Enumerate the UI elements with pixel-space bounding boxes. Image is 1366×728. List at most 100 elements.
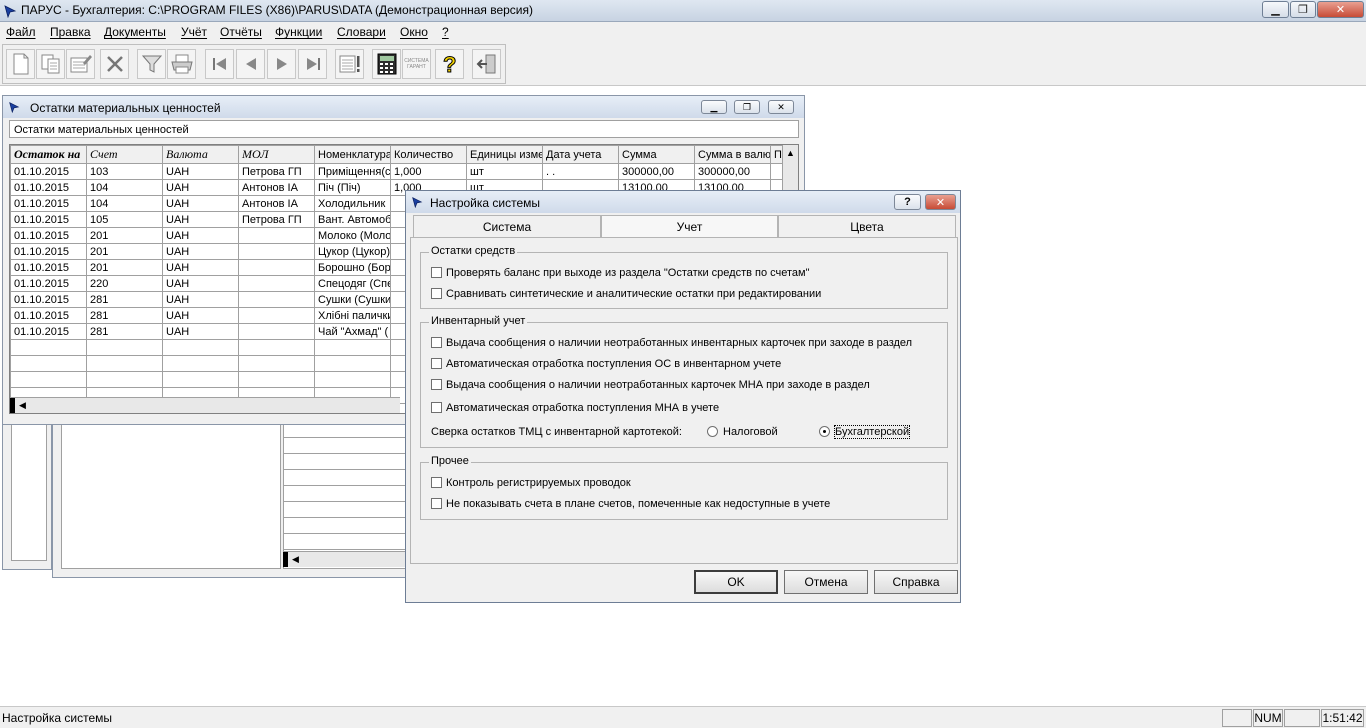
maximize-button[interactable]: ❐ <box>1290 1 1316 18</box>
delete-button[interactable] <box>100 49 129 79</box>
checkbox-icon[interactable] <box>431 288 442 299</box>
checkbox-icon[interactable] <box>431 358 442 369</box>
col-header-units[interactable]: Единицы изме <box>466 145 543 164</box>
menu-functions[interactable]: Функции <box>275 25 322 39</box>
tab-colors[interactable]: Цвета <box>778 215 956 238</box>
stock-restore-button[interactable]: ❐ <box>734 100 760 114</box>
check-auto-mna[interactable]: Автоматическая отработка поступления МНА… <box>431 402 719 414</box>
table-cell[interactable]: 01.10.2015 <box>10 179 87 196</box>
check-inventory-cards-msg[interactable]: Выдача сообщения о наличии неотработанны… <box>431 337 912 349</box>
table-cell[interactable] <box>238 355 315 372</box>
table-cell[interactable] <box>86 339 163 356</box>
table-cell[interactable] <box>238 371 315 388</box>
check-hide-unavailable-accounts[interactable]: Не показывать счета в плане счетов, поме… <box>431 498 830 510</box>
table-cell[interactable]: UAH <box>162 323 239 340</box>
table-cell[interactable] <box>238 259 315 276</box>
close-button[interactable]: ✕ <box>1317 1 1364 18</box>
table-cell[interactable]: 01.10.2015 <box>10 195 87 212</box>
table-cell[interactable]: Петрова ГП <box>238 211 315 228</box>
checkbox-icon[interactable] <box>431 498 442 509</box>
col-header-sum-currency[interactable]: Сумма в валют <box>694 145 771 164</box>
table-cell[interactable]: 1,000 <box>390 163 467 180</box>
exit-button[interactable] <box>472 49 501 79</box>
checkbox-icon[interactable] <box>431 477 442 488</box>
table-cell[interactable]: 01.10.2015 <box>10 307 87 324</box>
check-control-postings[interactable]: Контроль регистрируемых проводок <box>431 477 631 489</box>
first-record-button[interactable] <box>205 49 234 79</box>
table-cell[interactable]: шт <box>466 163 543 180</box>
col-header-nomenclature[interactable]: Номенклатура <box>314 145 391 164</box>
table-cell[interactable]: Чай "Ахмад" ( <box>314 323 391 340</box>
table-cell[interactable]: 103 <box>86 163 163 180</box>
table-cell[interactable]: Холодильник <box>314 195 391 212</box>
prev-record-button[interactable] <box>236 49 265 79</box>
menu-window[interactable]: Окно <box>400 25 428 39</box>
table-cell[interactable] <box>238 339 315 356</box>
table-cell[interactable]: 105 <box>86 211 163 228</box>
table-cell[interactable]: UAH <box>162 259 239 276</box>
table-cell[interactable]: UAH <box>162 307 239 324</box>
col-header-mol[interactable]: МОЛ <box>238 145 315 164</box>
checkbox-icon[interactable] <box>431 402 442 413</box>
col-header-account[interactable]: Счет <box>86 145 163 164</box>
table-cell[interactable] <box>10 339 87 356</box>
table-cell[interactable]: Піч (Піч) <box>314 179 391 196</box>
help-dialog-button[interactable]: Справка <box>874 570 958 594</box>
table-cell[interactable] <box>238 323 315 340</box>
menu-help[interactable]: ? <box>442 25 449 39</box>
col-header-balance-date[interactable]: Остаток на <box>10 145 87 164</box>
radio-selected-icon[interactable] <box>819 426 830 437</box>
copy-button[interactable] <box>36 49 65 79</box>
scroll-up-icon[interactable]: ▲ <box>786 148 795 158</box>
last-record-button[interactable] <box>298 49 327 79</box>
table-cell[interactable]: 281 <box>86 291 163 308</box>
check-mna-cards-msg[interactable]: Выдача сообщения о наличии неотработанны… <box>431 379 870 391</box>
table-cell[interactable]: UAH <box>162 291 239 308</box>
table-cell[interactable] <box>86 355 163 372</box>
table-cell[interactable] <box>770 163 783 180</box>
menu-reports[interactable]: Отчёты <box>220 25 262 39</box>
cancel-button[interactable]: Отмена <box>784 570 868 594</box>
table-cell[interactable] <box>314 371 391 388</box>
dialog-close-button[interactable]: ✕ <box>925 194 956 210</box>
table-cell[interactable]: Молоко (Моло <box>314 227 391 244</box>
calculator-button[interactable] <box>372 49 401 79</box>
table-cell[interactable]: 201 <box>86 243 163 260</box>
table-cell[interactable]: UAH <box>162 163 239 180</box>
table-cell[interactable]: UAH <box>162 195 239 212</box>
stock-hscrollbar[interactable]: ◀ <box>10 397 400 413</box>
radio-icon[interactable] <box>707 426 718 437</box>
check-compare-balances[interactable]: Сравнивать синтетические и аналитические… <box>431 288 821 300</box>
table-cell[interactable]: Хлібні палички <box>314 307 391 324</box>
filter-button[interactable] <box>137 49 166 79</box>
table-cell[interactable] <box>10 371 87 388</box>
table-cell[interactable]: 01.10.2015 <box>10 227 87 244</box>
table-cell[interactable]: Сушки (Сушки <box>314 291 391 308</box>
table-cell[interactable]: Вант. Автомоб <box>314 211 391 228</box>
table-cell[interactable]: Петрова ГП <box>238 163 315 180</box>
background-window-hscrollbar[interactable]: ◀ <box>283 551 408 567</box>
table-cell[interactable]: 01.10.2015 <box>10 163 87 180</box>
scroll-left-icon[interactable]: ◀ <box>19 400 26 411</box>
col-header-date[interactable]: Дата учета <box>542 145 619 164</box>
checkbox-icon[interactable] <box>431 379 442 390</box>
col-header-currency[interactable]: Валюта <box>162 145 239 164</box>
table-cell[interactable]: 01.10.2015 <box>10 275 87 292</box>
table-cell[interactable]: 281 <box>86 307 163 324</box>
table-cell[interactable]: 300000,00 <box>694 163 771 180</box>
menu-file[interactable]: Файл <box>6 25 36 39</box>
table-cell[interactable] <box>314 339 391 356</box>
table-cell[interactable]: 201 <box>86 259 163 276</box>
table-row[interactable]: 01.10.2015 103 UAH Петрова ГП Приміщення(с 1,… <box>10 163 783 180</box>
table-cell[interactable]: UAH <box>162 227 239 244</box>
tab-accounting[interactable]: Учет <box>601 215 778 239</box>
stock-close-button[interactable]: ✕ <box>768 100 794 114</box>
table-cell[interactable]: Антонов ІА <box>238 179 315 196</box>
check-auto-os[interactable]: Автоматическая отработка поступления ОС … <box>431 358 781 370</box>
table-cell[interactable]: 281 <box>86 323 163 340</box>
garant-button[interactable]: СИСТЕМА ГАРАНТ <box>402 49 431 79</box>
col-header-quantity[interactable]: Количество <box>390 145 467 164</box>
table-cell[interactable]: . . <box>542 163 619 180</box>
table-cell[interactable] <box>238 275 315 292</box>
menu-edit[interactable]: Правка <box>50 25 91 39</box>
